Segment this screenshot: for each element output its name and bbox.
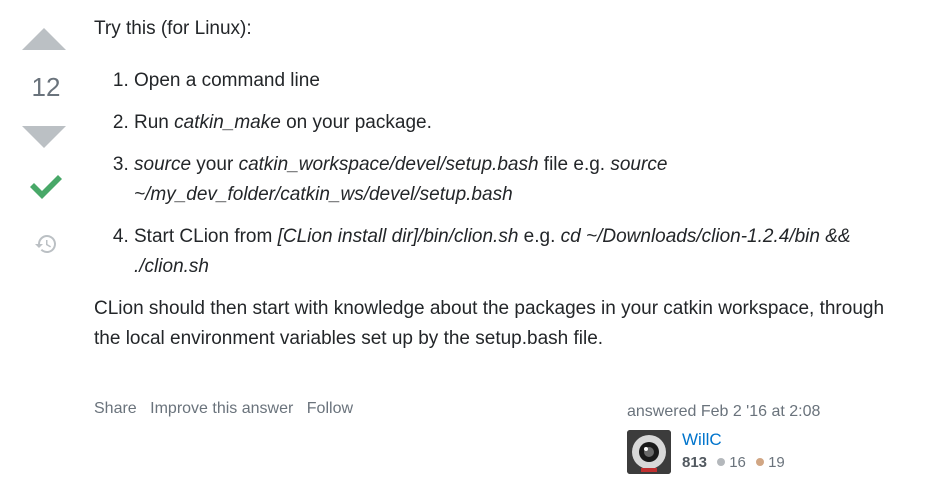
user-name-link[interactable]: WillC (682, 430, 722, 450)
follow-link[interactable]: Follow (307, 400, 353, 417)
list-item: source your catkin_workspace/devel/setup… (134, 150, 904, 210)
avatar[interactable] (627, 430, 671, 474)
step-code: [CLion install dir]/bin/clion.sh (277, 226, 519, 247)
answer-body: Try this (for Linux): Open a command lin… (94, 14, 904, 354)
post-menu: Share Improve this answer Follow (94, 400, 362, 418)
user-signature: answered Feb 2 '16 at 2:08 WillC 813 16 … (627, 403, 887, 474)
bronze-badge-icon (756, 458, 765, 466)
step-code: catkin_workspace/devel/setup.bash (238, 154, 539, 175)
reputation-score: 813 (682, 454, 708, 471)
step-code: source (134, 154, 192, 175)
answer-summary: CLion should then start with knowledge a… (94, 298, 885, 349)
step-text: Open a command line (134, 70, 320, 91)
steps-list: Open a command line Run catkin_make on y… (94, 66, 904, 282)
list-item: Start CLion from [CLion install dir]/bin… (134, 222, 904, 282)
step-text: Start CLion from (134, 226, 278, 247)
answered-time: answered Feb 2 '16 at 2:08 (627, 403, 821, 420)
share-link[interactable]: Share (94, 400, 137, 417)
vote-count: 12 (31, 72, 61, 102)
list-item: Run catkin_make on your package. (134, 108, 904, 138)
history-icon[interactable] (34, 232, 58, 256)
silver-badge-icon (717, 458, 726, 466)
user-stats: 813 16 19 (682, 454, 785, 471)
list-item: Open a command line (134, 66, 904, 96)
bronze-badge-count: 19 (768, 454, 785, 471)
step-text: on your package. (280, 112, 432, 133)
improve-answer-link[interactable]: Improve this answer (150, 400, 293, 417)
step-text: your (191, 154, 239, 175)
downvote-arrow-icon[interactable] (22, 126, 66, 148)
user-card: WillC 813 16 19 (627, 430, 887, 474)
silver-badge-count: 16 (729, 454, 746, 471)
step-text: file e.g. (538, 154, 611, 175)
step-text: Run (134, 112, 175, 133)
upvote-arrow-icon[interactable] (22, 28, 66, 50)
answer-intro: Try this (for Linux): (94, 18, 252, 39)
step-text: e.g. (518, 226, 561, 247)
step-code: catkin_make (174, 112, 281, 133)
checkmark-icon (30, 175, 62, 199)
